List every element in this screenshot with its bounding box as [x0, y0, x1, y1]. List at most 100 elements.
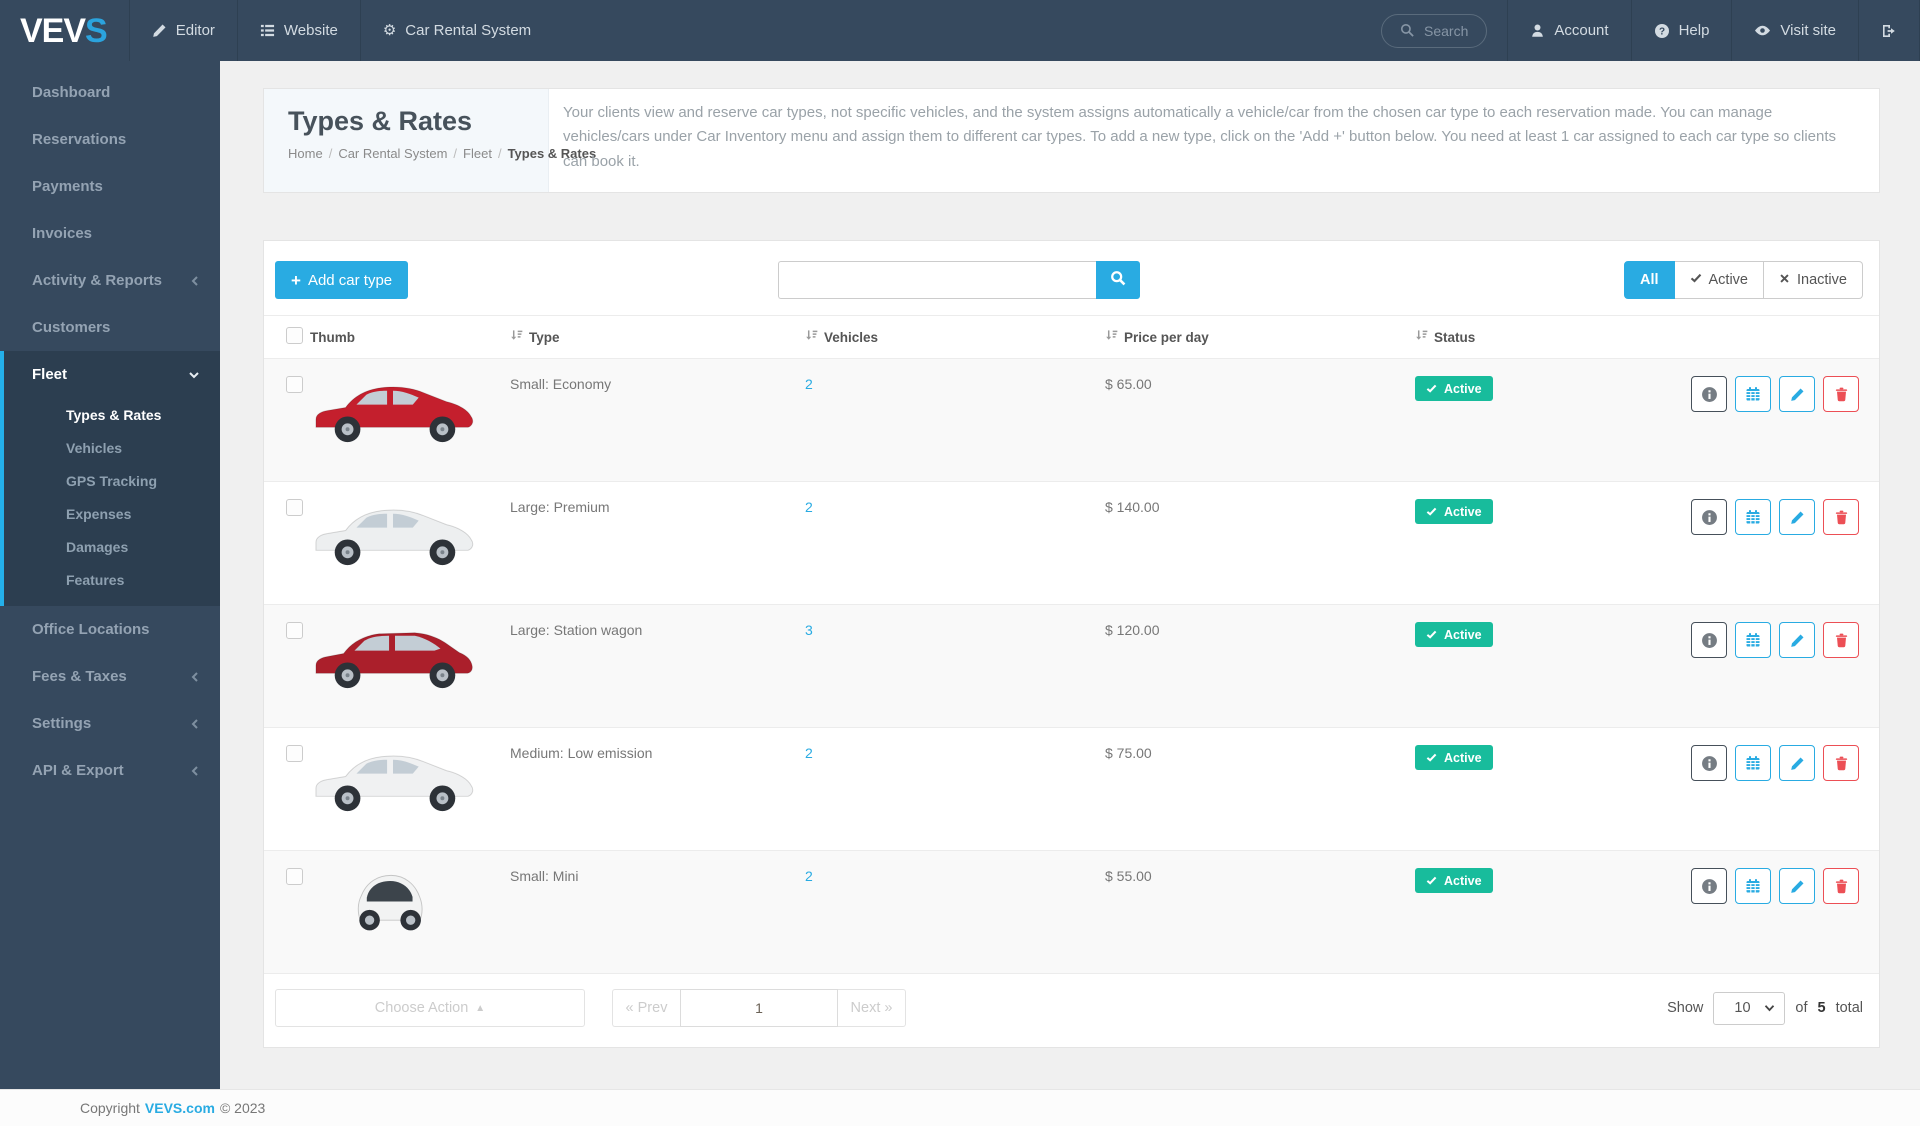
select-all-checkbox[interactable] [286, 327, 303, 344]
breadcrumb-car-rental-system[interactable]: Car Rental System [338, 146, 447, 161]
trash-icon [1834, 509, 1849, 525]
vehicles-count-link[interactable]: 2 [805, 376, 813, 392]
nav-item-website[interactable]: Website [237, 0, 360, 61]
navbar-search[interactable]: Search [1381, 14, 1487, 48]
column-status-sort[interactable]: Status [1415, 329, 1475, 345]
table-search-input[interactable] [778, 261, 1096, 299]
show-per-page-select[interactable]: 10 [1713, 992, 1785, 1025]
search-icon [1400, 23, 1415, 38]
info-button[interactable] [1691, 868, 1727, 904]
filter-inactive-button[interactable]: Inactive [1764, 261, 1863, 299]
row-checkbox[interactable] [286, 499, 303, 516]
filter-active-button[interactable]: Active [1675, 261, 1765, 299]
sidebar-item-damages[interactable]: Damages [4, 530, 220, 563]
info-button[interactable] [1691, 376, 1727, 412]
info-icon [1701, 878, 1718, 895]
delete-button[interactable] [1823, 499, 1859, 535]
row-checkbox[interactable] [286, 868, 303, 885]
trash-icon [1834, 755, 1849, 771]
app-logo[interactable]: VEVS [0, 0, 129, 61]
page-footer: Copyright VEVS.com © 2023 [0, 1089, 1920, 1126]
delete-button[interactable] [1823, 868, 1859, 904]
nav-item-help[interactable]: ? Help [1631, 0, 1732, 61]
edit-button[interactable] [1779, 868, 1815, 904]
sidebar-item-reservations[interactable]: Reservations [0, 116, 220, 163]
sidebar-item-types-rates[interactable]: Types & Rates [4, 398, 220, 431]
column-price-sort[interactable]: Price per day [1105, 329, 1209, 345]
next-page-button[interactable]: Next » [838, 989, 906, 1027]
info-button[interactable] [1691, 499, 1727, 535]
delete-button[interactable] [1823, 745, 1859, 781]
sort-icon [510, 329, 523, 345]
car-thumbnail [310, 616, 510, 704]
sidebar-item-invoices[interactable]: Invoices [0, 210, 220, 257]
calendar-button[interactable] [1735, 376, 1771, 412]
edit-button[interactable] [1779, 745, 1815, 781]
calendar-button[interactable] [1735, 868, 1771, 904]
show-label: Show [1667, 1000, 1703, 1016]
row-checkbox[interactable] [286, 622, 303, 639]
breadcrumb-fleet[interactable]: Fleet [463, 146, 492, 161]
nav-item-editor[interactable]: Editor [129, 0, 237, 61]
edit-button[interactable] [1779, 376, 1815, 412]
breadcrumb-home[interactable]: Home [288, 146, 323, 161]
filter-all-button[interactable]: All [1624, 261, 1675, 299]
nav-item-car-rental-system[interactable]: ⚙ Car Rental System [360, 0, 553, 61]
trash-icon [1834, 386, 1849, 402]
choose-action-button[interactable]: Choose Action ▲ [275, 989, 585, 1027]
trash-icon [1834, 878, 1849, 894]
calendar-button[interactable] [1735, 745, 1771, 781]
sidebar-item-fees-taxes[interactable]: Fees & Taxes [0, 653, 220, 700]
nav-item-logout[interactable] [1858, 0, 1920, 61]
vehicles-count-link[interactable]: 2 [805, 499, 813, 515]
vehicles-count-link[interactable]: 2 [805, 745, 813, 761]
pencil-icon [1790, 756, 1805, 771]
sidebar-item-fleet[interactable]: Fleet [4, 351, 220, 398]
row-checkbox[interactable] [286, 376, 303, 393]
vehicles-count-link[interactable]: 3 [805, 622, 813, 638]
sidebar-item-settings[interactable]: Settings [0, 700, 220, 747]
edit-button[interactable] [1779, 622, 1815, 658]
calendar-button[interactable] [1735, 499, 1771, 535]
table-row: Large: Station wagon 3 $ 120.00 Active [264, 605, 1879, 728]
search-icon [1110, 270, 1127, 290]
delete-button[interactable] [1823, 376, 1859, 412]
table-search-button[interactable] [1096, 261, 1140, 299]
sidebar-item-customers[interactable]: Customers [0, 304, 220, 351]
prev-page-button[interactable]: « Prev [612, 989, 680, 1027]
row-checkbox[interactable] [286, 745, 303, 762]
calendar-icon [1745, 509, 1761, 525]
pencil-icon [1790, 510, 1805, 525]
chevron-left-icon [190, 671, 200, 683]
types-rates-panel: + Add car type All Active [263, 240, 1880, 1048]
sidebar-item-features[interactable]: Features [4, 563, 220, 596]
car-thumbnail [310, 493, 510, 581]
add-car-type-button[interactable]: + Add car type [275, 261, 408, 299]
gear-icon: ⚙ [383, 23, 396, 38]
delete-button[interactable] [1823, 622, 1859, 658]
search-placeholder: Search [1424, 23, 1468, 39]
sidebar-item-expenses[interactable]: Expenses [4, 497, 220, 530]
sidebar-item-activity-reports[interactable]: Activity & Reports [0, 257, 220, 304]
info-icon [1701, 632, 1718, 649]
sidebar-item-vehicles[interactable]: Vehicles [4, 431, 220, 464]
sidebar-item-office-locations[interactable]: Office Locations [0, 606, 220, 653]
user-icon [1530, 23, 1545, 38]
calendar-button[interactable] [1735, 622, 1771, 658]
vehicles-count-link[interactable]: 2 [805, 868, 813, 884]
sidebar-item-gps-tracking[interactable]: GPS Tracking [4, 464, 220, 497]
info-button[interactable] [1691, 745, 1727, 781]
nav-item-account[interactable]: Account [1507, 0, 1630, 61]
column-type-sort[interactable]: Type [510, 329, 560, 345]
sidebar-item-payments[interactable]: Payments [0, 163, 220, 210]
vevs-link[interactable]: VEVS.com [145, 1100, 215, 1116]
sidebar-item-dashboard[interactable]: Dashboard [0, 69, 220, 116]
sidebar-item-api-export[interactable]: API & Export [0, 747, 220, 794]
total-count: 5 [1818, 1000, 1826, 1016]
column-vehicles-sort[interactable]: Vehicles [805, 329, 878, 345]
edit-button[interactable] [1779, 499, 1815, 535]
info-button[interactable] [1691, 622, 1727, 658]
page-number-input[interactable] [680, 989, 838, 1027]
status-badge: Active [1415, 622, 1493, 647]
nav-item-visit-site[interactable]: Visit site [1731, 0, 1858, 61]
